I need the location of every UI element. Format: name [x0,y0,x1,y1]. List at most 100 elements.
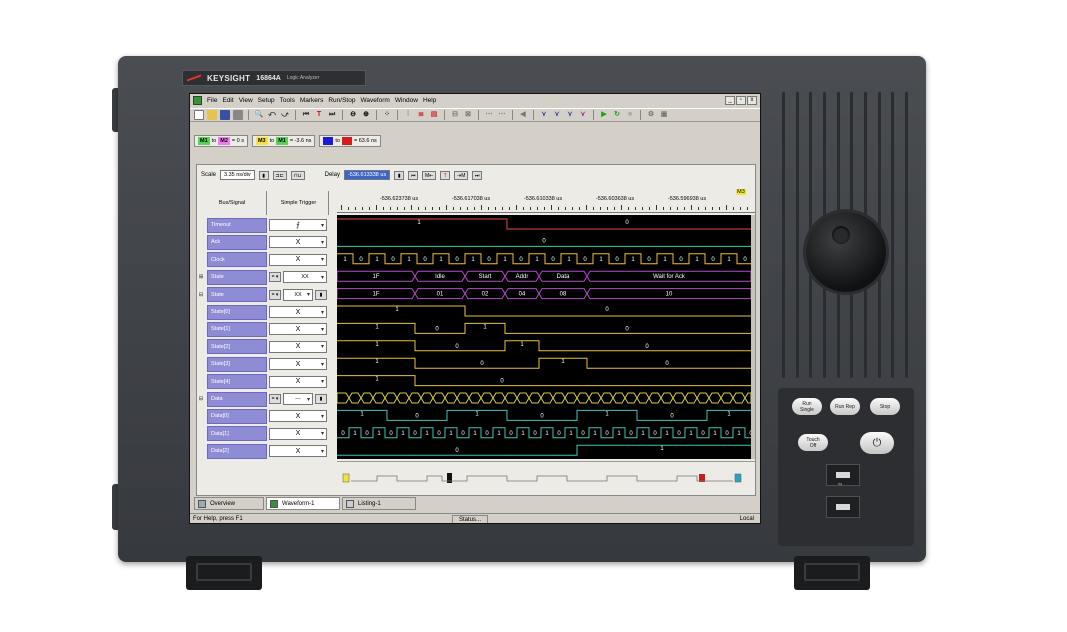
delay-prev-icon[interactable]: M⇤ [422,170,437,180]
edge-tool-2-icon[interactable]: ⋎ [552,110,562,120]
menu-run-stop[interactable]: Run/Stop [328,97,355,104]
signal-row-label[interactable]: Timeout [198,217,267,233]
restore-button[interactable]: ▫ [736,96,746,105]
group-icon[interactable]: ⫶ [403,110,413,120]
signal-row-label[interactable]: Data[0] [198,408,267,424]
trigger-select[interactable]: X [269,445,327,458]
cancel-icon[interactable]: ▣ [659,110,669,120]
tab-listing-1[interactable]: Listing-1 [342,497,416,510]
run-icon[interactable]: ▶ [599,110,609,120]
power-button[interactable]: ⏻ [860,432,894,454]
find-next-icon[interactable]: ⤻ [280,110,290,120]
trigger-value-field[interactable]: XX [283,288,313,301]
run-repetitive-icon[interactable]: ↻ [612,110,622,120]
open-icon[interactable] [207,110,217,120]
menu-help[interactable]: Help [423,97,436,104]
signal-row-label[interactable]: Clock [198,252,267,268]
expand-toggle[interactable]: ⊟ [198,292,204,298]
usb-port-bottom[interactable] [826,496,860,518]
waveform-display[interactable]: 1 0 0 1 0 1 0 1 0 1 0 1 0 1 0 1 0 1 0 1 0 1 0 1 0 1 0 1 0 1F Idle Start… [336,215,755,459]
menu-markers[interactable]: Markers [300,97,323,104]
marker-place-icon[interactable]: ⁘ [382,110,392,120]
properties-icon[interactable]: ▤ [429,110,439,120]
trigger-edit-icon[interactable]: ▮ [315,289,327,300]
rotary-knob[interactable] [806,212,886,292]
delay-trigger-icon[interactable]: T [440,170,451,180]
menu-edit[interactable]: Edit [222,97,233,104]
zoom-out-icon[interactable]: ⊖ [348,110,358,120]
edge-tool-3-icon[interactable]: ⋎ [565,110,575,120]
menu-file[interactable]: File [207,97,217,104]
bus-signal-header[interactable]: Bus/Signal [198,191,267,215]
delay-spin-icon[interactable]: ▮ [394,170,405,180]
signal-row-label[interactable]: State[0] [198,304,267,320]
delete-icon[interactable]: ⊠ [463,110,473,120]
marker-m1-m2[interactable]: M1 to M2 = 0 s [194,135,248,147]
horizontal-scrollbar[interactable] [337,461,755,469]
scale-spin-icon[interactable]: ▮ [258,170,269,180]
menu-tools[interactable]: Tools [280,97,295,104]
trigger-select[interactable]: ⨍ [269,219,327,231]
delay-input[interactable]: -536.613338 us [343,170,391,180]
signal-row-label[interactable]: State[2] [198,339,267,355]
signal-row-label[interactable]: ⊟ State [198,287,267,303]
trigger-value-field[interactable]: --- [283,393,313,405]
edge-tool-1-icon[interactable]: ⋎ [539,110,549,120]
go-trigger-icon[interactable]: T [314,110,324,120]
menu-view[interactable]: View [239,97,253,104]
signal-row-label[interactable]: Data[2] [198,443,267,459]
trigger-operator-select[interactable]: = ▾ [269,394,281,404]
signal-row-label[interactable]: State[3] [198,356,267,372]
simple-trigger-header[interactable]: Simple Trigger [269,191,329,215]
tab-waveform-1[interactable]: Waveform-1 [266,497,340,510]
minimize-button[interactable]: _ [725,96,735,105]
audio-icon[interactable]: ◀ [518,110,528,120]
signal-row-label[interactable]: State[4] [198,374,267,390]
menu-window[interactable]: Window [395,97,418,104]
trigger-edit-icon[interactable]: ▮ [315,394,327,404]
close-button[interactable]: x [747,96,757,105]
go-start-icon[interactable]: ⏮ [301,110,311,120]
bus-icon[interactable]: ≣ [416,110,426,120]
settings-icon[interactable]: ⚙ [646,110,656,120]
signal-row-label[interactable]: State[1] [198,321,267,337]
run-single-button[interactable]: Run Single [792,398,822,415]
go-end-icon[interactable]: ⏭ [327,110,337,120]
touch-off-button[interactable]: Touch Off [798,434,828,451]
stop-icon[interactable]: ■ [625,110,635,120]
expand-toggle[interactable]: ⊞ [198,274,204,280]
trigger-select[interactable]: X [269,340,327,353]
signal-row-label[interactable]: ⊞ State [198,269,267,285]
save-icon[interactable] [220,110,230,120]
usb-port-top[interactable] [826,464,860,486]
run-rep-button[interactable]: Run Rep [830,398,860,415]
zoom-in-icon[interactable]: ⊕ [361,110,371,120]
print-icon[interactable] [233,110,243,120]
marker-flag-m3[interactable]: M3 [736,189,746,195]
trigger-select[interactable]: X [269,236,327,249]
trigger-select[interactable]: X [269,358,327,371]
menu-setup[interactable]: Setup [258,97,275,104]
marker-m3-m1[interactable]: M3 to M1 = -3.6 ns [251,135,316,147]
insert-icon[interactable]: ⊟ [450,110,460,120]
trigger-operator-select[interactable]: = ▾ [269,272,281,283]
vertical-scrollbar[interactable] [751,215,755,459]
signal-row-label[interactable]: Ack [198,234,267,250]
find-icon[interactable]: 🔍 [254,110,264,120]
zoom-fit-icon[interactable]: ⊐⊏ [272,170,287,180]
delay-next-icon[interactable]: ⇥M [454,170,469,180]
step-right-icon[interactable]: ⋯ [497,110,507,120]
expand-toggle[interactable]: ⊟ [198,396,204,402]
overview-strip[interactable] [337,471,755,485]
find-prev-icon[interactable]: ⤺ [267,110,277,120]
marker-blue-red[interactable]: to = 63.6 ns [319,135,381,147]
trigger-select[interactable]: X [269,410,327,423]
menu-waveform[interactable]: Waveform [360,97,389,104]
stop-button[interactable]: Stop [870,398,900,415]
delay-start-icon[interactable]: ⏮ [408,170,419,180]
tab-overview[interactable]: Overview [194,497,264,510]
trigger-select[interactable]: X [269,306,327,318]
step-left-icon[interactable]: ⋯ [484,110,494,120]
trigger-value-field[interactable]: XX [283,271,327,284]
trigger-select[interactable]: X [269,427,327,440]
